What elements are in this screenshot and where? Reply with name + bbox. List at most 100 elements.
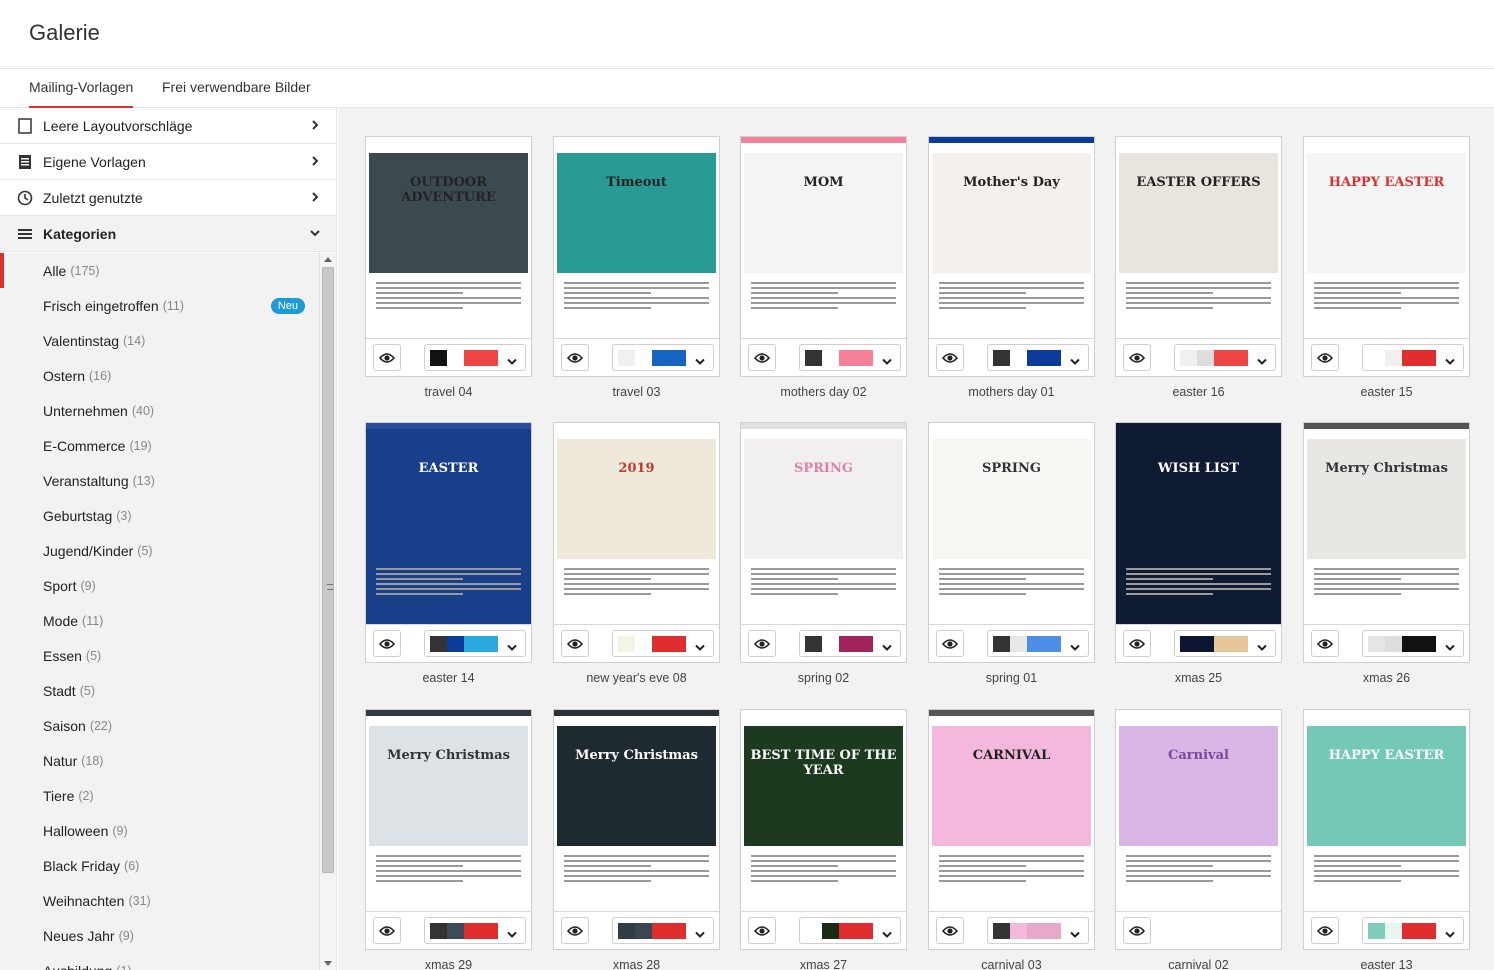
preview-button[interactable]: [373, 344, 401, 371]
color-scheme-select[interactable]: [424, 344, 526, 371]
template-card[interactable]: EASTER easter 14: [365, 422, 532, 687]
template-card[interactable]: EASTER OFFERS easter 16: [1115, 136, 1282, 401]
category-item[interactable]: E-Commerce (19): [0, 428, 319, 463]
template-thumbnail[interactable]: SPRING: [929, 423, 1094, 624]
color-scheme-select[interactable]: [424, 630, 526, 657]
preview-button[interactable]: [748, 344, 776, 371]
preview-button[interactable]: [748, 917, 776, 944]
color-scheme-select[interactable]: [1362, 917, 1464, 944]
template-thumbnail[interactable]: Merry Christmas: [554, 710, 719, 911]
template-card[interactable]: Merry Christmas xmas 28: [553, 709, 720, 970]
category-item[interactable]: Ausbildung (1): [0, 953, 319, 970]
template-thumbnail[interactable]: WISH LIST: [1116, 423, 1281, 624]
template-card[interactable]: Merry Christmas xmas 29: [365, 709, 532, 970]
template-card[interactable]: HAPPY EASTER easter 13: [1303, 709, 1470, 970]
template-card[interactable]: MOM mothers day 02: [740, 136, 907, 401]
scroll-up-arrow-icon[interactable]: [324, 257, 332, 262]
color-scheme-select[interactable]: [987, 344, 1089, 371]
template-card[interactable]: 2019 new year's eve 08: [553, 422, 720, 687]
template-thumbnail[interactable]: HAPPY EASTER: [1304, 710, 1469, 911]
color-scheme-select[interactable]: [1362, 630, 1464, 657]
preview-button[interactable]: [936, 630, 964, 657]
template-card[interactable]: WISH LIST xmas 25: [1115, 422, 1282, 687]
color-scheme-select[interactable]: [612, 630, 714, 657]
category-item[interactable]: Frisch eingetroffen (11) Neu: [0, 288, 319, 323]
color-scheme-select[interactable]: [987, 630, 1089, 657]
color-scheme-select[interactable]: [1362, 344, 1464, 371]
category-item[interactable]: Geburtstag (3): [0, 498, 319, 533]
color-scheme-select[interactable]: [799, 917, 901, 944]
category-item[interactable]: Neues Jahr (9): [0, 918, 319, 953]
category-item[interactable]: Jugend/Kinder (5): [0, 533, 319, 568]
sidebar-item-kategorien[interactable]: Kategorien: [0, 216, 336, 252]
tab-mailing-vorlagen[interactable]: Mailing-Vorlagen: [29, 79, 134, 108]
preview-button[interactable]: [1123, 917, 1151, 944]
color-scheme-select[interactable]: [1174, 344, 1276, 371]
category-item[interactable]: Essen (5): [0, 638, 319, 673]
preview-button[interactable]: [561, 344, 589, 371]
preview-button[interactable]: [561, 630, 589, 657]
color-scheme-select[interactable]: [987, 917, 1089, 944]
sidebar-scrollbar[interactable]: [319, 253, 336, 970]
template-card[interactable]: Timeout travel 03: [553, 136, 720, 401]
template-card[interactable]: SPRING spring 01: [928, 422, 1095, 687]
preview-button[interactable]: [1123, 344, 1151, 371]
sidebar-item-zuletzt-genutzte[interactable]: Zuletzt genutzte: [0, 180, 336, 216]
preview-button[interactable]: [373, 917, 401, 944]
template-thumbnail[interactable]: MOM: [741, 137, 906, 338]
category-item[interactable]: Stadt (5): [0, 673, 319, 708]
preview-button[interactable]: [1311, 630, 1339, 657]
template-thumbnail[interactable]: HAPPY EASTER: [1304, 137, 1469, 338]
preview-button[interactable]: [748, 630, 776, 657]
template-thumbnail[interactable]: Merry Christmas: [1304, 423, 1469, 624]
preview-button[interactable]: [936, 917, 964, 944]
category-item[interactable]: Natur (18): [0, 743, 319, 778]
template-card[interactable]: BEST TIME OF THE YEAR xmas 27: [740, 709, 907, 970]
template-thumbnail[interactable]: Mother's Day: [929, 137, 1094, 338]
category-item[interactable]: Black Friday (6): [0, 848, 319, 883]
category-item[interactable]: Weihnachten (31): [0, 883, 319, 918]
template-thumbnail[interactable]: BEST TIME OF THE YEAR: [741, 710, 906, 911]
category-item[interactable]: Sport (9): [0, 568, 319, 603]
template-card[interactable]: Merry Christmas xmas 26: [1303, 422, 1470, 687]
preview-button[interactable]: [936, 344, 964, 371]
preview-button[interactable]: [1311, 917, 1339, 944]
sidebar-item-eigene-vorlagen[interactable]: Eigene Vorlagen: [0, 144, 336, 180]
template-card[interactable]: CARNIVAL carnival 03: [928, 709, 1095, 970]
category-item[interactable]: Unternehmen (40): [0, 393, 319, 428]
color-scheme-select[interactable]: [612, 344, 714, 371]
template-thumbnail[interactable]: SPRING: [741, 423, 906, 624]
template-card[interactable]: SPRING spring 02: [740, 422, 907, 687]
template-card[interactable]: Mother's Day mothers day 01: [928, 136, 1095, 401]
template-card[interactable]: Carnival carnival 02: [1115, 709, 1282, 970]
category-item[interactable]: Tiere (2): [0, 778, 319, 813]
sidebar-item-leere-layoutvorschlaege[interactable]: Leere Layoutvorschläge: [0, 108, 336, 144]
category-item[interactable]: Mode (11): [0, 603, 319, 638]
category-item[interactable]: Alle (175): [0, 253, 319, 288]
template-thumbnail[interactable]: Carnival: [1116, 710, 1281, 911]
preview-button[interactable]: [1311, 344, 1339, 371]
template-thumbnail[interactable]: EASTER: [366, 423, 531, 624]
template-thumbnail[interactable]: CARNIVAL: [929, 710, 1094, 911]
color-scheme-select[interactable]: [612, 917, 714, 944]
template-thumbnail[interactable]: Merry Christmas: [366, 710, 531, 911]
preview-button[interactable]: [1123, 630, 1151, 657]
category-item[interactable]: Saison (22): [0, 708, 319, 743]
template-card[interactable]: HAPPY EASTER easter 15: [1303, 136, 1470, 401]
template-thumbnail[interactable]: OUTDOOR ADVENTURE: [366, 137, 531, 338]
tab-frei-verwendbare-bilder[interactable]: Frei verwendbare Bilder: [162, 79, 311, 108]
preview-button[interactable]: [561, 917, 589, 944]
color-scheme-select[interactable]: [424, 917, 526, 944]
category-item[interactable]: Valentinstag (14): [0, 323, 319, 358]
template-card[interactable]: OUTDOOR ADVENTURE travel 04: [365, 136, 532, 401]
template-thumbnail[interactable]: EASTER OFFERS: [1116, 137, 1281, 338]
preview-button[interactable]: [373, 630, 401, 657]
category-item[interactable]: Veranstaltung (13): [0, 463, 319, 498]
color-scheme-select[interactable]: [1174, 630, 1276, 657]
scroll-down-arrow-icon[interactable]: [324, 961, 332, 966]
color-scheme-select[interactable]: [799, 344, 901, 371]
color-scheme-select[interactable]: [799, 630, 901, 657]
category-item[interactable]: Halloween (9): [0, 813, 319, 848]
scrollbar-thumb[interactable]: [322, 267, 334, 873]
category-item[interactable]: Ostern (16): [0, 358, 319, 393]
